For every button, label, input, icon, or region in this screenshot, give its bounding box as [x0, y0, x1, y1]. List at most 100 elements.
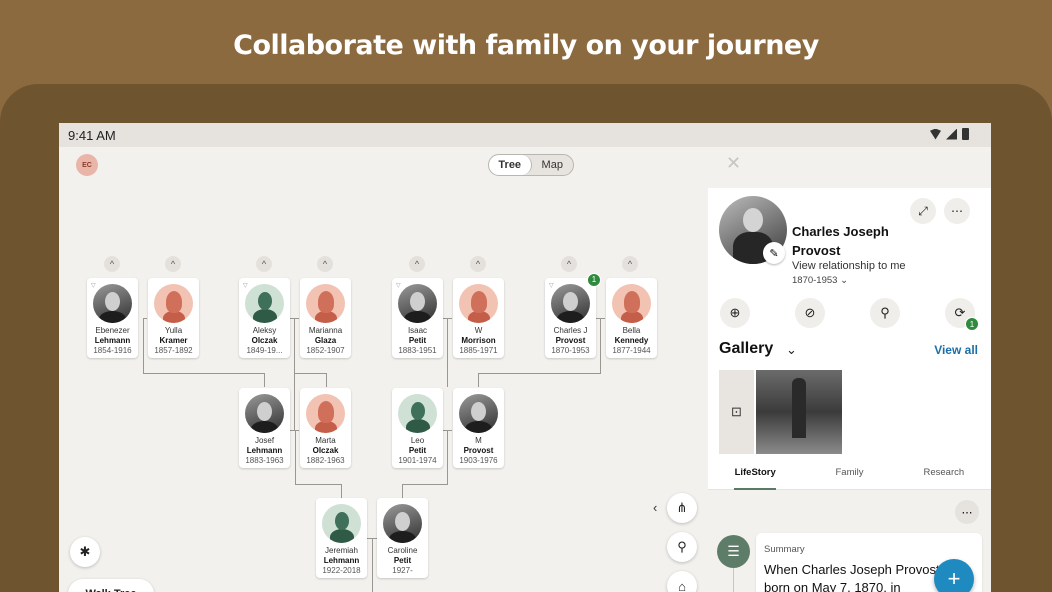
profile-name: Charles Joseph Provost — [792, 224, 889, 258]
filter-icon: ▽ — [91, 283, 96, 289]
person-card[interactable]: M Provost 1903-1976 — [453, 388, 504, 468]
person-photo — [551, 284, 590, 323]
camera-plus-icon: ⊡ — [731, 404, 742, 419]
walk-tree-button[interactable]: Walk Tree — [68, 579, 154, 592]
tab-family[interactable]: Family — [802, 464, 896, 489]
expand-ancestors-icon[interactable]: ^ — [317, 256, 333, 272]
compass-icon[interactable]: ⊘ — [795, 298, 825, 328]
add-fab-button[interactable]: + — [934, 559, 974, 592]
summary-label: Summary — [764, 544, 805, 555]
view-relationship-link[interactable]: View relationship to me — [792, 260, 906, 272]
male-avatar-icon — [322, 504, 361, 543]
given-name: Aleksy — [252, 326, 277, 335]
app-screen: 9:41 AM EC Tree Map ✕ ^ ^ ^ ^ ^ ^ ^ ^ ▽ — [59, 123, 991, 592]
female-avatar-icon — [154, 284, 193, 323]
profile-years: 1870-1953 — [792, 275, 838, 286]
tree-toggle-button[interactable]: Tree — [489, 155, 532, 175]
close-icon[interactable]: ✕ — [726, 153, 741, 174]
expand-ancestors-icon[interactable]: ^ — [165, 256, 181, 272]
person-photo — [459, 394, 498, 433]
connector — [372, 538, 373, 592]
person-card[interactable]: Josef Lehmann 1883-1963 — [239, 388, 290, 468]
given-name: Bella — [622, 326, 641, 335]
expand-ancestors-icon[interactable]: ^ — [104, 256, 120, 272]
view-toggle: Tree Map — [488, 154, 574, 176]
given-name: Jeremiah — [325, 546, 358, 555]
life-years: 1883-1963 — [245, 456, 284, 465]
life-years: 1870-1953 — [551, 346, 590, 355]
hint-leaf-icon[interactable]: 1 — [587, 273, 601, 287]
view-all-link[interactable]: View all — [934, 343, 978, 357]
profile-years-dropdown[interactable]: 1870-1953 ⌄ — [792, 275, 848, 286]
expand-ancestors-icon[interactable]: ^ — [256, 256, 272, 272]
surname: Provost — [555, 336, 586, 345]
hint-count-badge: 1 — [965, 317, 979, 331]
given-name: Josef — [254, 436, 275, 445]
life-years: 1903-1976 — [459, 456, 498, 465]
surname: Olczak — [251, 336, 278, 345]
signal-icon — [946, 128, 957, 140]
gallery-photo[interactable] — [756, 370, 842, 454]
tree-structure-icon[interactable]: ⋔ — [667, 493, 697, 523]
expand-icon[interactable]: ⤢ — [910, 198, 936, 224]
surname: Lehmann — [246, 446, 283, 455]
expand-ancestors-icon[interactable]: ^ — [470, 256, 486, 272]
battery-icon — [962, 128, 969, 140]
chevron-down-icon[interactable]: ⌄ — [786, 342, 797, 358]
male-avatar-icon — [245, 284, 284, 323]
search-person-icon[interactable]: ⚲ — [667, 532, 697, 562]
person-card[interactable]: ▽ Aleksy Olczak 1849-19... — [239, 278, 290, 358]
surname: Petit — [408, 336, 427, 345]
connector — [447, 430, 448, 485]
person-card[interactable]: Bella Kennedy 1877-1944 — [606, 278, 657, 358]
life-years: 1877-1944 — [612, 346, 651, 355]
home-icon[interactable]: ⌂ — [667, 571, 697, 592]
more-options-icon[interactable]: ⋯ — [944, 198, 970, 224]
gallery-title: Gallery — [719, 340, 774, 357]
person-card[interactable]: Marta Olczak 1882-1963 — [300, 388, 351, 468]
add-photo-button[interactable]: ⊡ — [719, 370, 754, 454]
bug-icon[interactable]: ✱ — [70, 537, 100, 567]
person-card[interactable]: W Morrison 1885-1971 — [453, 278, 504, 358]
more-options-icon[interactable]: ⋯ — [955, 500, 979, 524]
person-card[interactable]: ▽ Isaac Petit 1883-1951 — [392, 278, 443, 358]
person-photo — [245, 394, 284, 433]
person-card[interactable]: Marianna Glaza 1852-1907 — [300, 278, 351, 358]
person-card[interactable]: Caroline Petit 1927- — [377, 498, 428, 578]
connector — [294, 373, 326, 374]
given-name: Caroline — [387, 546, 418, 555]
person-card[interactable]: Leo Petit 1901-1974 — [392, 388, 443, 468]
surname: Glaza — [314, 336, 337, 345]
person-card[interactable]: Yulla Kramer 1857-1892 — [148, 278, 199, 358]
female-avatar-icon — [612, 284, 651, 323]
search-icon[interactable]: ⚲ — [870, 298, 900, 328]
given-name: Leo — [410, 436, 425, 445]
given-name: Marianna — [308, 326, 343, 335]
expand-ancestors-icon[interactable]: ^ — [561, 256, 577, 272]
surname: Provost — [463, 446, 494, 455]
expand-ancestors-icon[interactable]: ^ — [409, 256, 425, 272]
connector — [294, 318, 295, 431]
add-record-icon[interactable]: ⊕ — [720, 298, 750, 328]
tab-research[interactable]: Research — [897, 464, 991, 489]
tab-lifestory[interactable]: LifeStory — [708, 464, 802, 490]
pencil-icon[interactable]: ✎ — [763, 242, 785, 264]
expand-ancestors-icon[interactable]: ^ — [622, 256, 638, 272]
surname: Lehmann — [323, 556, 360, 565]
user-avatar[interactable]: EC — [76, 154, 98, 176]
connector — [402, 484, 403, 498]
connector — [143, 318, 144, 373]
connector — [295, 430, 296, 485]
given-name: Marta — [315, 436, 336, 445]
person-card[interactable]: ▽ Ebenezer Lehmann 1854-1916 — [87, 278, 138, 358]
person-card[interactable]: Jeremiah Lehmann 1922-2018 — [316, 498, 367, 578]
map-toggle-button[interactable]: Map — [532, 155, 574, 175]
status-time: 9:41 AM — [68, 128, 116, 143]
person-photo — [383, 504, 422, 543]
surname: Petit — [393, 556, 412, 565]
chevron-left-icon[interactable]: ‹ — [653, 500, 657, 515]
hints-icon[interactable]: ⟳ 1 — [945, 298, 979, 331]
life-years: 1885-1971 — [459, 346, 498, 355]
life-years: 1927- — [392, 566, 413, 575]
person-card[interactable]: ▽ 1 Charles J Provost 1870-1953 — [545, 273, 601, 358]
